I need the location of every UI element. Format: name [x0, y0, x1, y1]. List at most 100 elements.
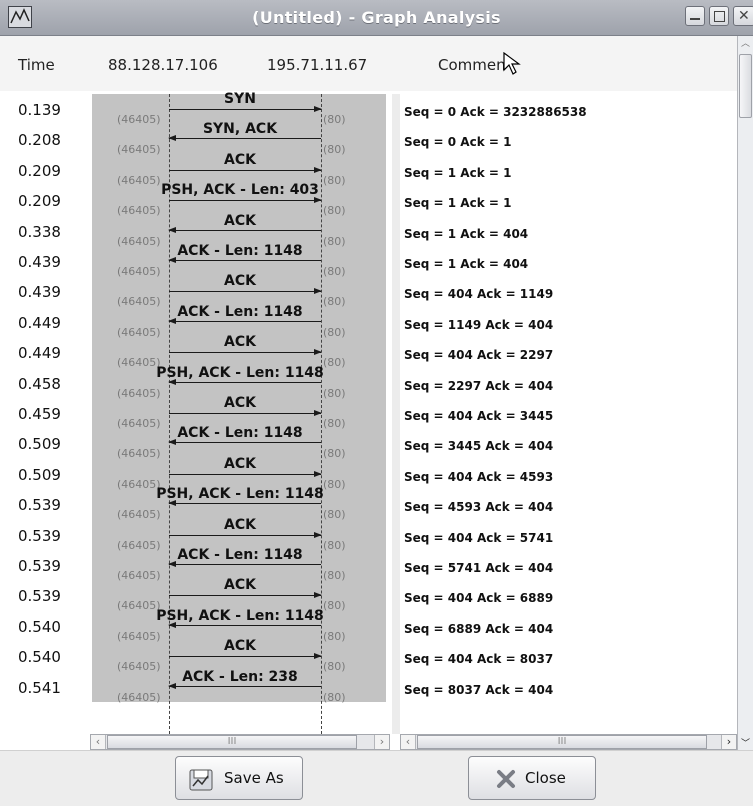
- packet-label: PSH, ACK - Len: 1148: [156, 607, 324, 624]
- host-a-header: 88.128.17.106: [108, 56, 218, 74]
- time-cell: 0.540: [18, 617, 61, 636]
- packet-label: ACK - Len: 238: [182, 668, 298, 685]
- time-cell: 0.539: [18, 496, 61, 515]
- time-cell: 0.540: [18, 648, 61, 667]
- close-window-button[interactable]: ✕: [733, 6, 753, 26]
- packet-label: ACK - Len: 1148: [177, 425, 303, 442]
- graph-hscrollbar[interactable]: ‹ III ›: [90, 734, 390, 750]
- time-cell: 0.541: [18, 678, 61, 697]
- comment-cell: Seq = 1 Ack = 404: [404, 226, 529, 241]
- comment-cell: Seq = 1 Ack = 1: [404, 165, 512, 180]
- save-as-label: Save As: [224, 769, 284, 787]
- arrow-right-icon: [169, 410, 322, 416]
- vertical-scroll-thumb[interactable]: [739, 54, 752, 118]
- time-cell: 0.209: [18, 192, 61, 211]
- close-button[interactable]: Close: [468, 756, 596, 800]
- arrow-right-icon: [169, 531, 322, 538]
- comment-cell: Seq = 404 Ack = 1149: [404, 287, 554, 302]
- arrow-left-icon: [168, 621, 321, 628]
- arrow-left-icon: [168, 226, 321, 233]
- scroll-up-icon[interactable]: ︿: [738, 36, 753, 50]
- time-cell: 0.509: [18, 435, 61, 454]
- save-as-button[interactable]: Save As: [175, 756, 303, 800]
- packet-label: ACK - Len: 1148: [177, 303, 303, 320]
- arrow-left-icon: [168, 561, 321, 567]
- scroll-down-icon[interactable]: ﹀: [738, 736, 753, 750]
- close-x-icon: [497, 770, 515, 788]
- scroll-left-icon[interactable]: ‹: [91, 735, 106, 749]
- comment-cell: Seq = 1 Ack = 1: [404, 196, 512, 211]
- comment-cell: Seq = 4593 Ack = 404: [404, 500, 554, 515]
- comment-cell: Seq = 404 Ack = 5741: [404, 530, 554, 545]
- comment-cell: Seq = 1149 Ack = 404: [404, 317, 554, 332]
- scroll-right-icon[interactable]: ›: [721, 735, 736, 749]
- packet-label: PSH, ACK - Len: 1148: [156, 486, 324, 503]
- comment-scroll-thumb[interactable]: III: [417, 735, 707, 749]
- time-cell: 0.539: [18, 587, 61, 606]
- minimize-button[interactable]: [685, 6, 705, 26]
- time-cell: 0.209: [18, 161, 61, 180]
- scroll-right-icon[interactable]: ›: [374, 735, 389, 749]
- arrow-left-icon: [168, 500, 321, 507]
- vertical-scrollbar[interactable]: ︿ ﹀: [737, 36, 753, 750]
- time-cell: 0.459: [18, 405, 61, 423]
- comment-cell: Seq = 404 Ack = 8037: [404, 652, 554, 667]
- port-left: (46405): [117, 690, 161, 704]
- packet-label: ACK: [224, 455, 256, 472]
- graph-row[interactable]: ACK - Len: 238 (46405) (80): [92, 669, 386, 707]
- minimize-icon: [690, 18, 700, 20]
- time-cell: 0.338: [18, 222, 61, 241]
- scroll-left-icon[interactable]: ‹: [401, 735, 416, 749]
- save-icon: [189, 769, 213, 791]
- button-bar: Save As Close: [0, 750, 753, 806]
- arrow-right-icon: [169, 288, 322, 295]
- packet-label: PSH, ACK - Len: 403: [161, 182, 319, 199]
- time-cell: 0.458: [18, 374, 61, 393]
- time-cell: 0.449: [18, 344, 61, 363]
- title-bar: (Untitled) - Graph Analysis ✕: [0, 0, 753, 36]
- arrow-left-icon: [168, 135, 321, 142]
- comment-cell: Seq = 5741 Ack = 404: [404, 561, 554, 575]
- time-cell: 0.208: [18, 131, 61, 150]
- packet-label: ACK: [224, 212, 256, 229]
- packet-label: SYN, ACK: [202, 121, 278, 138]
- host-b-header: 195.71.11.67: [267, 56, 368, 74]
- close-label: Close: [525, 769, 566, 787]
- port-right: (80): [323, 690, 346, 704]
- comment-hscrollbar[interactable]: ‹ III ›: [400, 734, 737, 750]
- time-cell: 0.439: [18, 253, 61, 271]
- packet-label: ACK: [224, 516, 256, 533]
- packet-label: ACK: [224, 151, 256, 168]
- arrow-left-icon: [168, 439, 321, 446]
- maximize-button[interactable]: [709, 6, 729, 26]
- time-header: Time: [18, 56, 55, 74]
- grip-label: III: [227, 736, 237, 747]
- packet-label: ACK: [224, 395, 256, 411]
- arrow-right-icon: [169, 653, 322, 660]
- time-cell: 0.449: [18, 313, 61, 332]
- time-cell: 0.439: [18, 283, 61, 302]
- column-header: Time 88.128.17.106 195.71.11.67 Comment: [0, 36, 753, 91]
- window-title: (Untitled) - Graph Analysis: [252, 8, 501, 27]
- graph-scroll-thumb[interactable]: III: [107, 735, 357, 749]
- time-cell: 0.539: [18, 526, 61, 545]
- arrow-left-icon: [168, 257, 321, 263]
- comment-cell: Seq = 3445 Ack = 404: [404, 439, 554, 454]
- arrow-right-icon: [169, 349, 322, 356]
- arrow-left-icon: [168, 378, 321, 385]
- packet-label: ACK: [224, 334, 256, 351]
- packet-label: ACK - Len: 1148: [177, 243, 303, 259]
- packet-label: SYN: [224, 91, 256, 107]
- pane-separator[interactable]: [392, 94, 400, 734]
- comment-cell: Seq = 6889 Ack = 404: [404, 621, 554, 636]
- time-cell: 0.509: [18, 465, 61, 484]
- packet-label: ACK: [224, 273, 256, 290]
- comment-cell: Seq = 2297 Ack = 404: [404, 378, 554, 393]
- grip-label: III: [557, 736, 567, 747]
- arrow-right-icon: [169, 470, 322, 477]
- packet-label: ACK: [224, 638, 256, 655]
- arrow-right-icon: [169, 197, 322, 204]
- arrow-right-icon: [169, 592, 322, 599]
- arrow-left-icon: [168, 317, 321, 324]
- comment-cell: Seq = 404 Ack = 2297: [404, 348, 554, 363]
